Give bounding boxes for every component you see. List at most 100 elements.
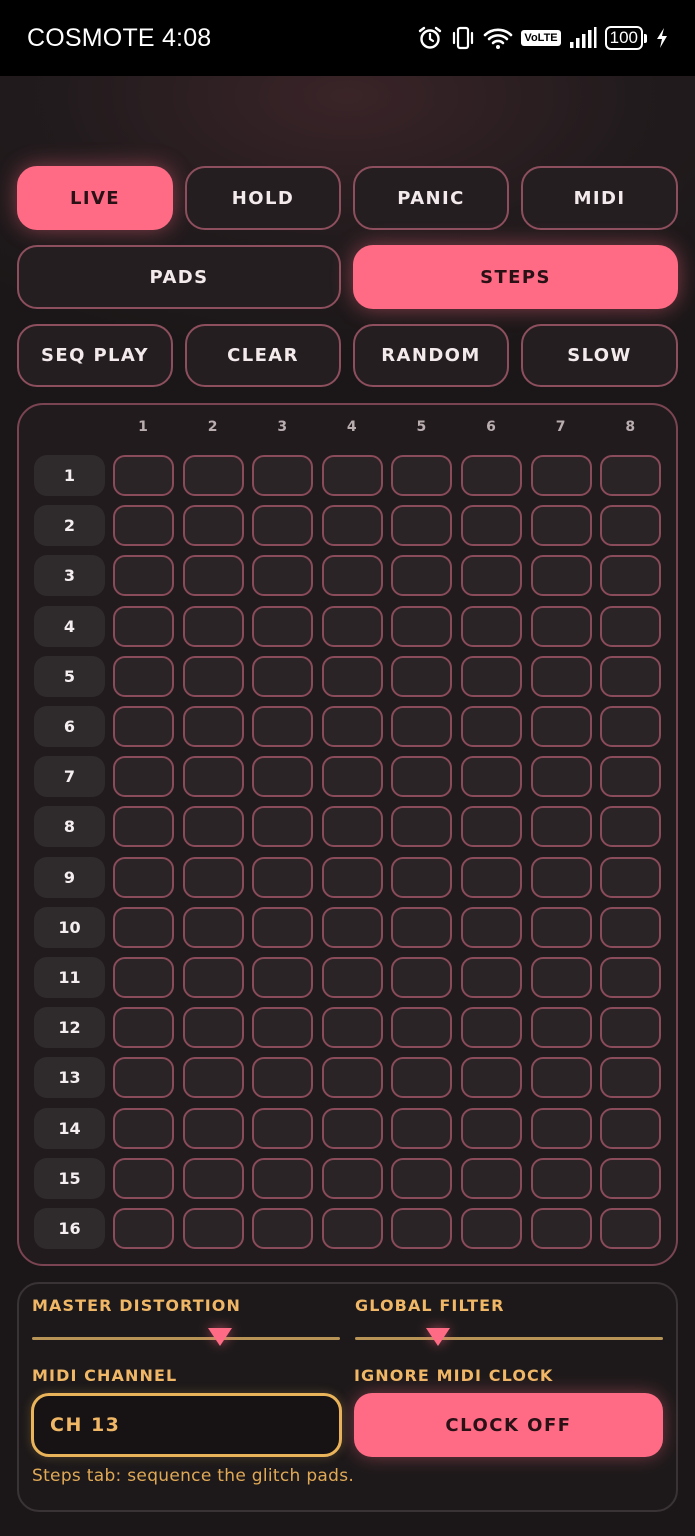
live-button[interactable]: LIVE — [17, 166, 173, 230]
step-cell[interactable] — [321, 756, 383, 798]
step-cell[interactable] — [113, 1157, 174, 1199]
step-cell[interactable] — [321, 957, 383, 998]
step-cell[interactable] — [113, 655, 174, 697]
step-cell[interactable] — [461, 505, 522, 547]
step-cell[interactable] — [530, 1208, 592, 1249]
step-cell[interactable] — [461, 1208, 522, 1249]
step-cell[interactable] — [461, 655, 522, 697]
step-cell[interactable] — [391, 906, 453, 948]
step-cell[interactable] — [113, 455, 174, 496]
step-cell[interactable] — [391, 957, 453, 998]
step-cell[interactable] — [252, 1157, 314, 1199]
step-cell[interactable] — [113, 505, 174, 547]
step-cell[interactable] — [530, 806, 592, 848]
step-cell[interactable] — [113, 605, 174, 647]
step-cell[interactable] — [252, 655, 314, 697]
master-distortion-thumb[interactable] — [207, 1328, 232, 1346]
step-cell[interactable] — [600, 706, 662, 747]
step-cell[interactable] — [530, 856, 592, 898]
tab-steps[interactable]: STEPS — [353, 245, 678, 309]
step-cell[interactable] — [600, 957, 662, 998]
step-cell[interactable] — [182, 605, 244, 647]
step-cell[interactable] — [182, 806, 244, 848]
step-cell[interactable] — [461, 906, 522, 948]
step-cell[interactable] — [252, 1007, 314, 1049]
step-cell[interactable] — [600, 1208, 662, 1249]
step-cell[interactable] — [321, 505, 383, 547]
step-cell[interactable] — [391, 505, 453, 547]
step-cell[interactable] — [182, 1107, 244, 1149]
step-cell[interactable] — [113, 856, 174, 898]
step-cell[interactable] — [600, 1157, 662, 1199]
step-cell[interactable] — [113, 1208, 174, 1249]
step-cell[interactable] — [461, 1057, 522, 1099]
step-cell[interactable] — [530, 655, 592, 697]
step-cell[interactable] — [182, 756, 244, 798]
step-cell[interactable] — [113, 706, 174, 747]
step-cell[interactable] — [391, 455, 453, 496]
step-cell[interactable] — [252, 1208, 314, 1249]
step-cell[interactable] — [600, 505, 662, 547]
step-cell[interactable] — [530, 957, 592, 998]
midi-channel-field[interactable]: CH 13 — [31, 1393, 342, 1457]
step-cell[interactable] — [600, 806, 662, 848]
step-cell[interactable] — [600, 756, 662, 798]
random-button[interactable]: RANDOM — [353, 324, 509, 387]
step-cell[interactable] — [600, 1107, 662, 1149]
step-cell[interactable] — [252, 856, 314, 898]
step-cell[interactable] — [600, 605, 662, 647]
step-cell[interactable] — [530, 555, 592, 597]
step-cell[interactable] — [321, 906, 383, 948]
step-cell[interactable] — [321, 706, 383, 747]
midi-button[interactable]: MIDI — [521, 166, 678, 230]
hold-button[interactable]: HOLD — [185, 166, 341, 230]
step-cell[interactable] — [530, 756, 592, 798]
step-cell[interactable] — [113, 1057, 174, 1099]
step-cell[interactable] — [252, 455, 314, 496]
step-cell[interactable] — [321, 1208, 383, 1249]
step-cell[interactable] — [182, 856, 244, 898]
step-cell[interactable] — [530, 706, 592, 747]
step-cell[interactable] — [461, 756, 522, 798]
step-cell[interactable] — [321, 1057, 383, 1099]
step-cell[interactable] — [113, 906, 174, 948]
step-cell[interactable] — [600, 1057, 662, 1099]
seq-play-button[interactable]: SEQ PLAY — [17, 324, 173, 387]
master-distortion-slider[interactable] — [32, 1337, 340, 1340]
step-cell[interactable] — [321, 455, 383, 496]
step-cell[interactable] — [321, 1007, 383, 1049]
clear-button[interactable]: CLEAR — [185, 324, 341, 387]
step-cell[interactable] — [321, 605, 383, 647]
step-cell[interactable] — [182, 1007, 244, 1049]
step-cell[interactable] — [600, 655, 662, 697]
step-cell[interactable] — [461, 605, 522, 647]
step-cell[interactable] — [461, 1007, 522, 1049]
step-cell[interactable] — [113, 1007, 174, 1049]
step-cell[interactable] — [600, 1007, 662, 1049]
step-cell[interactable] — [182, 455, 244, 496]
step-cell[interactable] — [391, 1107, 453, 1149]
step-cell[interactable] — [182, 906, 244, 948]
step-cell[interactable] — [113, 806, 174, 848]
step-cell[interactable] — [182, 555, 244, 597]
step-cell[interactable] — [461, 1107, 522, 1149]
step-cell[interactable] — [182, 1157, 244, 1199]
step-cell[interactable] — [530, 605, 592, 647]
step-cell[interactable] — [252, 806, 314, 848]
step-cell[interactable] — [391, 1007, 453, 1049]
step-cell[interactable] — [391, 806, 453, 848]
step-cell[interactable] — [113, 756, 174, 798]
step-cell[interactable] — [600, 856, 662, 898]
step-cell[interactable] — [321, 856, 383, 898]
step-cell[interactable] — [321, 655, 383, 697]
step-cell[interactable] — [461, 806, 522, 848]
global-filter-thumb[interactable] — [426, 1328, 451, 1346]
step-cell[interactable] — [461, 555, 522, 597]
step-cell[interactable] — [252, 706, 314, 747]
step-cell[interactable] — [461, 455, 522, 496]
step-cell[interactable] — [530, 906, 592, 948]
step-cell[interactable] — [530, 505, 592, 547]
step-cell[interactable] — [461, 856, 522, 898]
step-cell[interactable] — [321, 1107, 383, 1149]
global-filter-slider[interactable] — [355, 1337, 663, 1340]
